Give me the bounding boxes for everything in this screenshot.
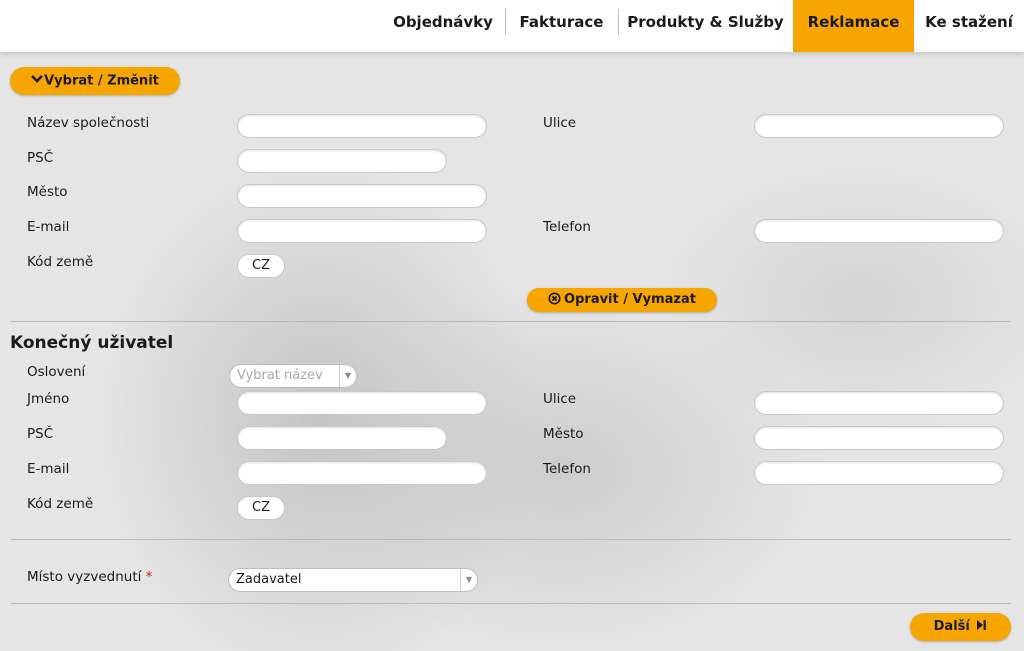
section-divider bbox=[10, 603, 1011, 604]
end-user-zip-input[interactable] bbox=[237, 426, 447, 450]
nav-tab-complaints[interactable]: Reklamace bbox=[793, 0, 914, 52]
end-user-street-input[interactable] bbox=[754, 391, 1004, 415]
dropdown-arrow-icon: ▼ bbox=[339, 365, 356, 387]
end-user-phone-input[interactable] bbox=[754, 461, 1004, 485]
end-user-phone-label: Telefon bbox=[543, 461, 591, 477]
email-input[interactable] bbox=[237, 219, 487, 243]
nav-tab-products-services[interactable]: Produkty & Služby bbox=[618, 0, 793, 52]
end-user-city-input[interactable] bbox=[754, 426, 1004, 450]
zip-label: PSČ bbox=[27, 150, 54, 166]
chevron-down-icon bbox=[31, 67, 44, 95]
street-label: Ulice bbox=[543, 115, 577, 131]
end-user-email-label: E-mail bbox=[27, 461, 70, 477]
salutation-label: Oslovení bbox=[27, 364, 86, 380]
nav-tab-label: Fakturace bbox=[519, 13, 604, 31]
company-name-input[interactable] bbox=[237, 114, 487, 138]
nav-tab-label: Objednávky bbox=[393, 13, 493, 31]
nav-tab-orders[interactable]: Objednávky bbox=[381, 0, 505, 52]
select-change-label: Vybrat / Změnit bbox=[44, 73, 159, 89]
country-code-label: Kód země bbox=[27, 254, 94, 270]
end-user-heading: Konečný uživatel bbox=[10, 333, 174, 353]
next-button[interactable]: Další bbox=[910, 613, 1011, 641]
name-label: Jméno bbox=[27, 391, 70, 407]
end-user-street-label: Ulice bbox=[543, 391, 577, 407]
end-user-country-code-label: Kód země bbox=[27, 496, 94, 512]
top-navigation: Objednávky Fakturace Produkty & Služby R… bbox=[0, 0, 1024, 52]
end-user-email-input[interactable] bbox=[237, 461, 487, 485]
name-input[interactable] bbox=[237, 391, 487, 415]
close-circle-icon bbox=[548, 290, 561, 314]
nav-tab-downloads[interactable]: Ke stažení bbox=[914, 0, 1024, 52]
select-change-button[interactable]: Vybrat / Změnit bbox=[10, 67, 180, 95]
section-divider bbox=[10, 321, 1011, 322]
pickup-place-select[interactable]: Zadavatel ▼ bbox=[228, 568, 478, 592]
skip-forward-icon bbox=[976, 614, 987, 642]
nav-tab-invoicing[interactable]: Fakturace bbox=[505, 0, 618, 52]
dropdown-arrow-icon: ▼ bbox=[460, 569, 477, 591]
country-code-input[interactable]: CZ bbox=[237, 254, 285, 278]
pickup-place-value: Zadavatel bbox=[236, 572, 302, 587]
fix-clear-button[interactable]: Opravit / Vymazat bbox=[527, 288, 717, 312]
salutation-placeholder: Vybrat název bbox=[237, 368, 323, 383]
street-input[interactable] bbox=[754, 114, 1004, 138]
nav-tab-label: Ke stažení bbox=[925, 13, 1013, 31]
nav-tab-label: Reklamace bbox=[807, 13, 900, 31]
nav-tab-label: Produkty & Služby bbox=[627, 13, 784, 31]
fix-clear-label: Opravit / Vymazat bbox=[564, 292, 696, 307]
zip-input[interactable] bbox=[237, 149, 447, 173]
next-label: Další bbox=[933, 619, 970, 634]
phone-label: Telefon bbox=[543, 219, 591, 235]
city-input[interactable] bbox=[237, 184, 487, 208]
end-user-country-code-input[interactable]: CZ bbox=[237, 496, 285, 520]
end-user-zip-label: PSČ bbox=[27, 426, 54, 442]
required-mark: * bbox=[145, 569, 153, 585]
company-name-label: Název společnosti bbox=[27, 115, 150, 131]
phone-input[interactable] bbox=[754, 219, 1004, 243]
section-divider bbox=[10, 539, 1011, 540]
end-user-city-label: Město bbox=[543, 426, 584, 442]
pickup-place-label-text: Místo vyzvednutí bbox=[27, 569, 142, 585]
email-label: E-mail bbox=[27, 219, 70, 235]
city-label: Město bbox=[27, 184, 68, 200]
pickup-place-label: Místo vyzvednutí * bbox=[27, 569, 152, 585]
salutation-select[interactable]: Vybrat název ▼ bbox=[229, 364, 357, 388]
